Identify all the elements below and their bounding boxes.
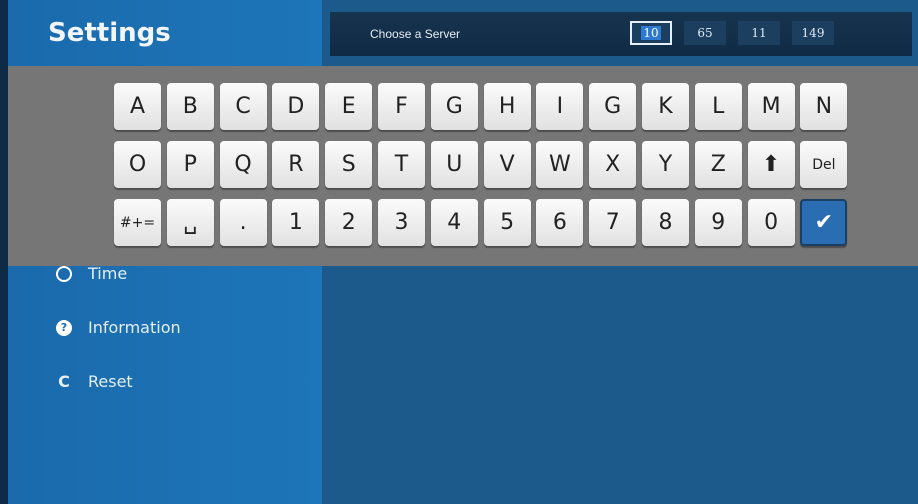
key-r[interactable]: R	[272, 141, 320, 188]
page-title: Settings	[48, 18, 171, 48]
key-7[interactable]: 7	[589, 199, 637, 246]
app: Settings Time ? Information C Reset Choo…	[0, 0, 918, 504]
ip-octet-3[interactable]: 11	[738, 21, 780, 45]
key-g[interactable]: G	[430, 83, 478, 130]
onscreen-keyboard: A B C D E F G H I G K L M N O P Q R S T U V W X Y Z ⬆ Del #+= ␣. 1 2 3 4 5…	[8, 66, 918, 266]
key-d[interactable]: D	[272, 83, 320, 130]
key-2[interactable]: 2	[325, 199, 373, 246]
key-s[interactable]: S	[325, 141, 373, 188]
key-3[interactable]: 3	[378, 199, 425, 246]
key-9[interactable]: 9	[694, 199, 742, 246]
sidebar-item-time[interactable]: Time	[56, 264, 127, 283]
key-z[interactable]: Z	[694, 141, 742, 188]
key-m[interactable]: M	[747, 83, 795, 130]
delete-key[interactable]: Del	[800, 141, 848, 188]
sidebar-item-reset[interactable]: C Reset	[56, 372, 133, 391]
key-p[interactable]: P	[166, 141, 214, 188]
ip-octet-4[interactable]: 149	[792, 21, 834, 45]
key-1[interactable]: 1	[272, 199, 320, 246]
key-h[interactable]: H	[483, 83, 531, 130]
info-icon: ?	[56, 319, 72, 336]
key-8[interactable]: 8	[642, 199, 689, 246]
period-key[interactable]: .	[219, 199, 267, 246]
key-o[interactable]: O	[114, 141, 161, 188]
space-key[interactable]: ␣	[166, 199, 214, 246]
key-v[interactable]: V	[483, 141, 531, 188]
key-t[interactable]: T	[378, 141, 425, 188]
server-bar: Choose a Server 10 65 11 149	[330, 12, 912, 56]
confirm-key[interactable]: ✔	[800, 199, 848, 246]
key-u[interactable]: U	[430, 141, 478, 188]
key-b[interactable]: B	[166, 83, 214, 130]
sidebar-item-label: Time	[88, 264, 128, 283]
key-i[interactable]: I	[536, 83, 584, 130]
ip-octet-1[interactable]: 10	[630, 21, 672, 45]
key-g[interactable]: G	[589, 83, 637, 130]
key-x[interactable]: X	[589, 141, 637, 188]
sidebar-item-information[interactable]: ? Information	[56, 318, 181, 337]
symbols-key[interactable]: #+=	[114, 199, 161, 246]
key-q[interactable]: Q	[219, 141, 267, 188]
sidebar-item-label: Information	[88, 318, 181, 337]
key-f[interactable]: F	[378, 83, 425, 130]
key-c[interactable]: C	[219, 83, 267, 130]
server-label: Choose a Server	[370, 27, 461, 41]
key-y[interactable]: Y	[642, 141, 689, 188]
left-edge	[0, 0, 8, 504]
key-w[interactable]: W	[536, 141, 584, 188]
shift-key[interactable]: ⬆	[747, 141, 795, 188]
key-4[interactable]: 4	[430, 199, 478, 246]
reset-icon: C	[58, 372, 70, 391]
key-n[interactable]: N	[800, 83, 848, 130]
key-a[interactable]: A	[114, 83, 161, 130]
sidebar-item-label: Reset	[88, 372, 133, 391]
ip-octet-2[interactable]: 65	[684, 21, 726, 45]
key-l[interactable]: L	[694, 83, 742, 130]
key-6[interactable]: 6	[536, 199, 584, 246]
key-0[interactable]: 0	[747, 199, 795, 246]
key-k[interactable]: K	[642, 83, 689, 130]
key-5[interactable]: 5	[483, 199, 531, 246]
key-e[interactable]: E	[325, 83, 373, 130]
clock-icon	[56, 265, 72, 282]
